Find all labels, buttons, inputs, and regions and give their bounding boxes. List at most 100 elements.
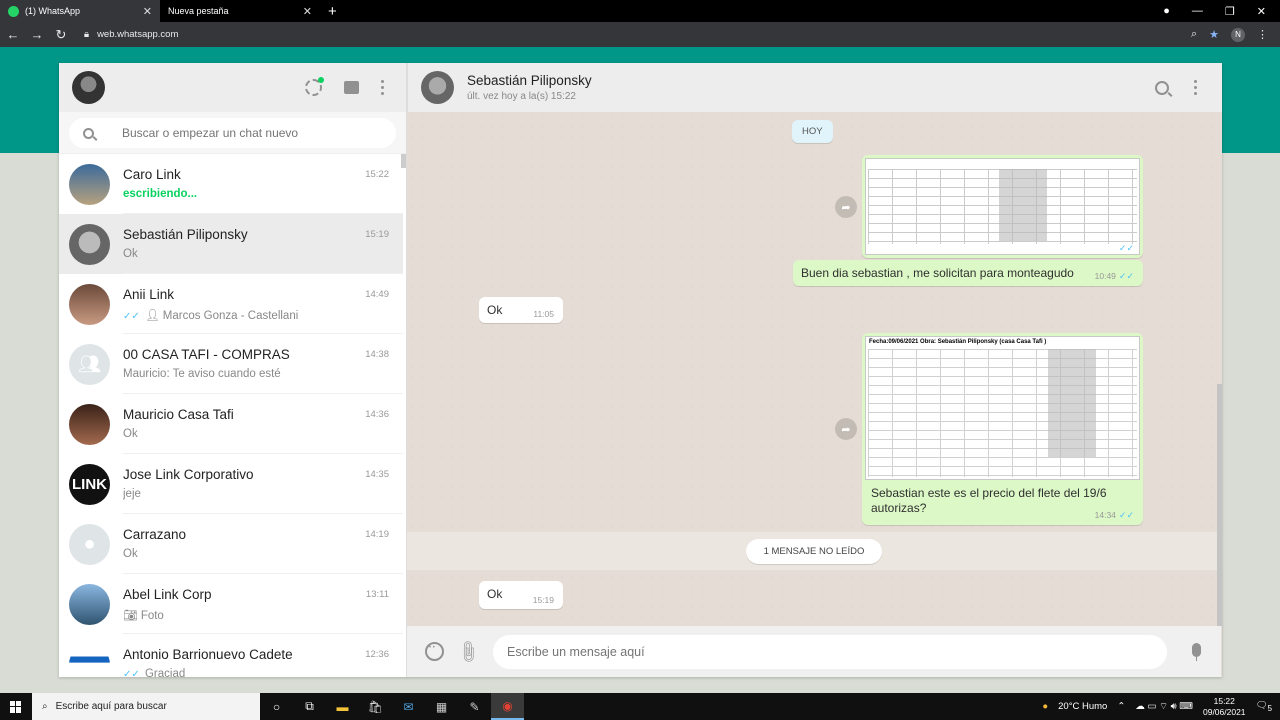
- forward-icon[interactable]: ➦: [835, 196, 857, 218]
- taskbar-search-placeholder: Escribe aquí para buscar: [55, 701, 167, 712]
- mail-icon[interactable]: ✉: [392, 693, 425, 720]
- chat-name: Antonio Barrionuevo Cadete: [123, 647, 293, 662]
- chat-item-caro-link[interactable]: Caro Link 15:22 escribiendo...: [59, 154, 403, 214]
- tray-arrow-icon[interactable]: ⌃: [1117, 701, 1125, 712]
- message-text: Buen dia sebastian , me solicitan para m…: [801, 266, 1074, 280]
- spreadsheet-image[interactable]: [865, 158, 1140, 255]
- forward-icon[interactable]: ➦: [835, 418, 857, 440]
- chat-preview: Ok: [123, 428, 138, 440]
- contact-avatar[interactable]: [421, 71, 454, 104]
- message-bubble-in[interactable]: Ok 11:05: [479, 297, 563, 323]
- status-icon[interactable]: [305, 77, 324, 96]
- windows-start-icon[interactable]: [0, 693, 32, 720]
- taskbar-search[interactable]: ⌕ Escribe aquí para buscar: [32, 693, 260, 720]
- emoji-icon[interactable]: [425, 642, 444, 661]
- lock-icon: 🔒︎: [84, 29, 90, 40]
- paint-icon[interactable]: ✎: [458, 693, 491, 720]
- chrome-icon[interactable]: ◉: [491, 693, 524, 720]
- read-ticks-icon: ✓✓: [123, 311, 140, 322]
- media-icon[interactable]: ●: [1163, 5, 1170, 17]
- chat-time: 14:36: [365, 409, 389, 420]
- close-window-button[interactable]: ✕: [1257, 5, 1266, 18]
- contact-last-seen: últ. vez hoy a la(s) 15:22: [467, 91, 576, 102]
- zoom-icon[interactable]: ⌕: [1191, 28, 1197, 41]
- bookmark-star-icon[interactable]: ★: [1209, 28, 1219, 41]
- chat-item-mauricio-casa-tafi[interactable]: Mauricio Casa Tafi 14:36 Ok: [59, 394, 403, 454]
- avatar: [69, 583, 110, 625]
- tab-whatsapp[interactable]: (1) WhatsApp ✕: [0, 0, 160, 22]
- new-tab-button[interactable]: +: [328, 3, 337, 20]
- search-icon[interactable]: [83, 127, 94, 139]
- menu-icon[interactable]: [1194, 80, 1197, 95]
- message-time: 10:49 ✓✓: [1094, 243, 1134, 253]
- sidebar: Caro Link 15:22 escribiendo... Sebastián…: [59, 63, 407, 677]
- system-tray: ● 20°C Humo ⌃ ☁ ▭ ⌔ 🔊︎ ⌨ 15:22 09/06/202…: [1042, 693, 1280, 720]
- message-input[interactable]: [507, 644, 1107, 659]
- calculator-icon[interactable]: ▦: [425, 693, 458, 720]
- clock[interactable]: 15:22 09/06/2021: [1203, 696, 1246, 718]
- weather-icon[interactable]: ●: [1042, 701, 1048, 712]
- image-message[interactable]: Fecha:09/06/2021 Obra: Sebastián Pilipon…: [862, 333, 1143, 525]
- compose-box[interactable]: [493, 634, 1167, 669]
- chat-name: Sebastián Piliponsky: [123, 227, 248, 242]
- search-icon: ⌕: [42, 701, 48, 712]
- url-text: web.whatsapp.com: [97, 29, 179, 40]
- new-chat-icon[interactable]: [344, 81, 359, 94]
- unread-label: 1 MENSAJE NO LEÍDO: [745, 538, 883, 564]
- spreadsheet-image[interactable]: Fecha:09/06/2021 Obra: Sebastián Pilipon…: [865, 336, 1140, 480]
- chat-item-jose-link-corporativo[interactable]: LINK Jose Link Corporativo 14:35 jeje: [59, 454, 403, 514]
- default-avatar-icon: ●: [69, 523, 110, 565]
- attach-icon[interactable]: 📎︎: [454, 639, 480, 665]
- search-input[interactable]: [122, 126, 362, 140]
- forward-icon[interactable]: →: [26, 27, 48, 42]
- back-icon[interactable]: ←: [2, 27, 24, 42]
- chat-name: Carrazano: [123, 527, 187, 542]
- minimize-button[interactable]: —: [1192, 5, 1203, 17]
- read-ticks-icon: ✓✓: [123, 669, 140, 677]
- browser-menu-icon[interactable]: ⋮: [1257, 28, 1268, 41]
- chat-time: 15:22: [365, 169, 389, 180]
- search-bar: [59, 112, 406, 154]
- chat-time: 13:11: [365, 589, 389, 600]
- chat-name: Abel Link Corp: [123, 587, 212, 602]
- chat-item-abel-link-corp[interactable]: Abel Link Corp 13:11 📷︎ Foto: [59, 574, 403, 634]
- message-time: 15:19: [532, 595, 554, 605]
- message-scrollbar[interactable]: [1217, 384, 1222, 626]
- maximize-button[interactable]: ❐: [1225, 5, 1235, 18]
- weather-text[interactable]: 20°C Humo: [1058, 701, 1107, 712]
- search-icon[interactable]: [1155, 80, 1169, 95]
- message-text: Ok: [487, 303, 503, 317]
- chat-preview: Ok: [123, 548, 138, 560]
- store-icon[interactable]: 🛍︎: [359, 693, 392, 720]
- microphone-icon[interactable]: [1192, 643, 1201, 661]
- message-area: HOY ➦ 10:49 ✓✓ Buen dia sebastian , me so…: [407, 112, 1221, 626]
- chat-name: Mauricio Casa Tafi: [123, 407, 234, 422]
- close-tab-icon[interactable]: ✕: [303, 5, 312, 18]
- chat-item-carrazano[interactable]: ● Carrazano 14:19 Ok: [59, 514, 403, 574]
- chat-item-anii-link[interactable]: Anii Link 14:49 ✓✓ 👤︎ Marcos Gonza - Cas…: [59, 274, 403, 334]
- image-message[interactable]: 10:49 ✓✓: [862, 155, 1143, 258]
- tray-icons[interactable]: ☁ ▭ ⌔ 🔊︎ ⌨: [1135, 701, 1193, 712]
- search-box: [69, 118, 396, 148]
- close-tab-icon[interactable]: ✕: [143, 5, 152, 18]
- chat-list-scrollbar[interactable]: [401, 154, 406, 168]
- chat-name: Jose Link Corporativo: [123, 467, 254, 482]
- chat-item-sebastian-piliponsky[interactable]: Sebastián Piliponsky 15:19 Ok: [59, 214, 403, 274]
- message-bubble-out[interactable]: Buen dia sebastian , me solicitan para m…: [793, 260, 1143, 286]
- my-avatar[interactable]: [72, 71, 105, 104]
- chat-time: 12:36: [365, 649, 389, 660]
- file-explorer-icon[interactable]: ▬: [326, 693, 359, 720]
- reload-icon[interactable]: ↻: [50, 27, 72, 43]
- chat-item-casa-tafi-compras[interactable]: 👥︎ 00 CASA TAFI - COMPRAS 14:38 Mauricio…: [59, 334, 403, 394]
- menu-icon[interactable]: [381, 80, 384, 95]
- message-bubble-in[interactable]: Ok 15:19: [479, 581, 563, 609]
- conversation-header[interactable]: Sebastián Piliponsky últ. vez hoy a la(s…: [407, 63, 1222, 112]
- notifications-icon[interactable]: 🗨︎5: [1256, 700, 1272, 713]
- chat-item-antonio-barrionuevo[interactable]: Antonio Barrionuevo Cadete 12:36 ✓✓ Grac…: [59, 634, 403, 677]
- task-view-icon[interactable]: ⧉: [293, 693, 326, 720]
- url-field[interactable]: 🔒︎ web.whatsapp.com: [84, 29, 178, 40]
- cortana-icon[interactable]: ○: [260, 693, 293, 720]
- chat-name: Anii Link: [123, 287, 175, 302]
- profile-avatar[interactable]: N: [1231, 27, 1245, 42]
- tab-new[interactable]: Nueva pestaña ✕: [160, 0, 320, 22]
